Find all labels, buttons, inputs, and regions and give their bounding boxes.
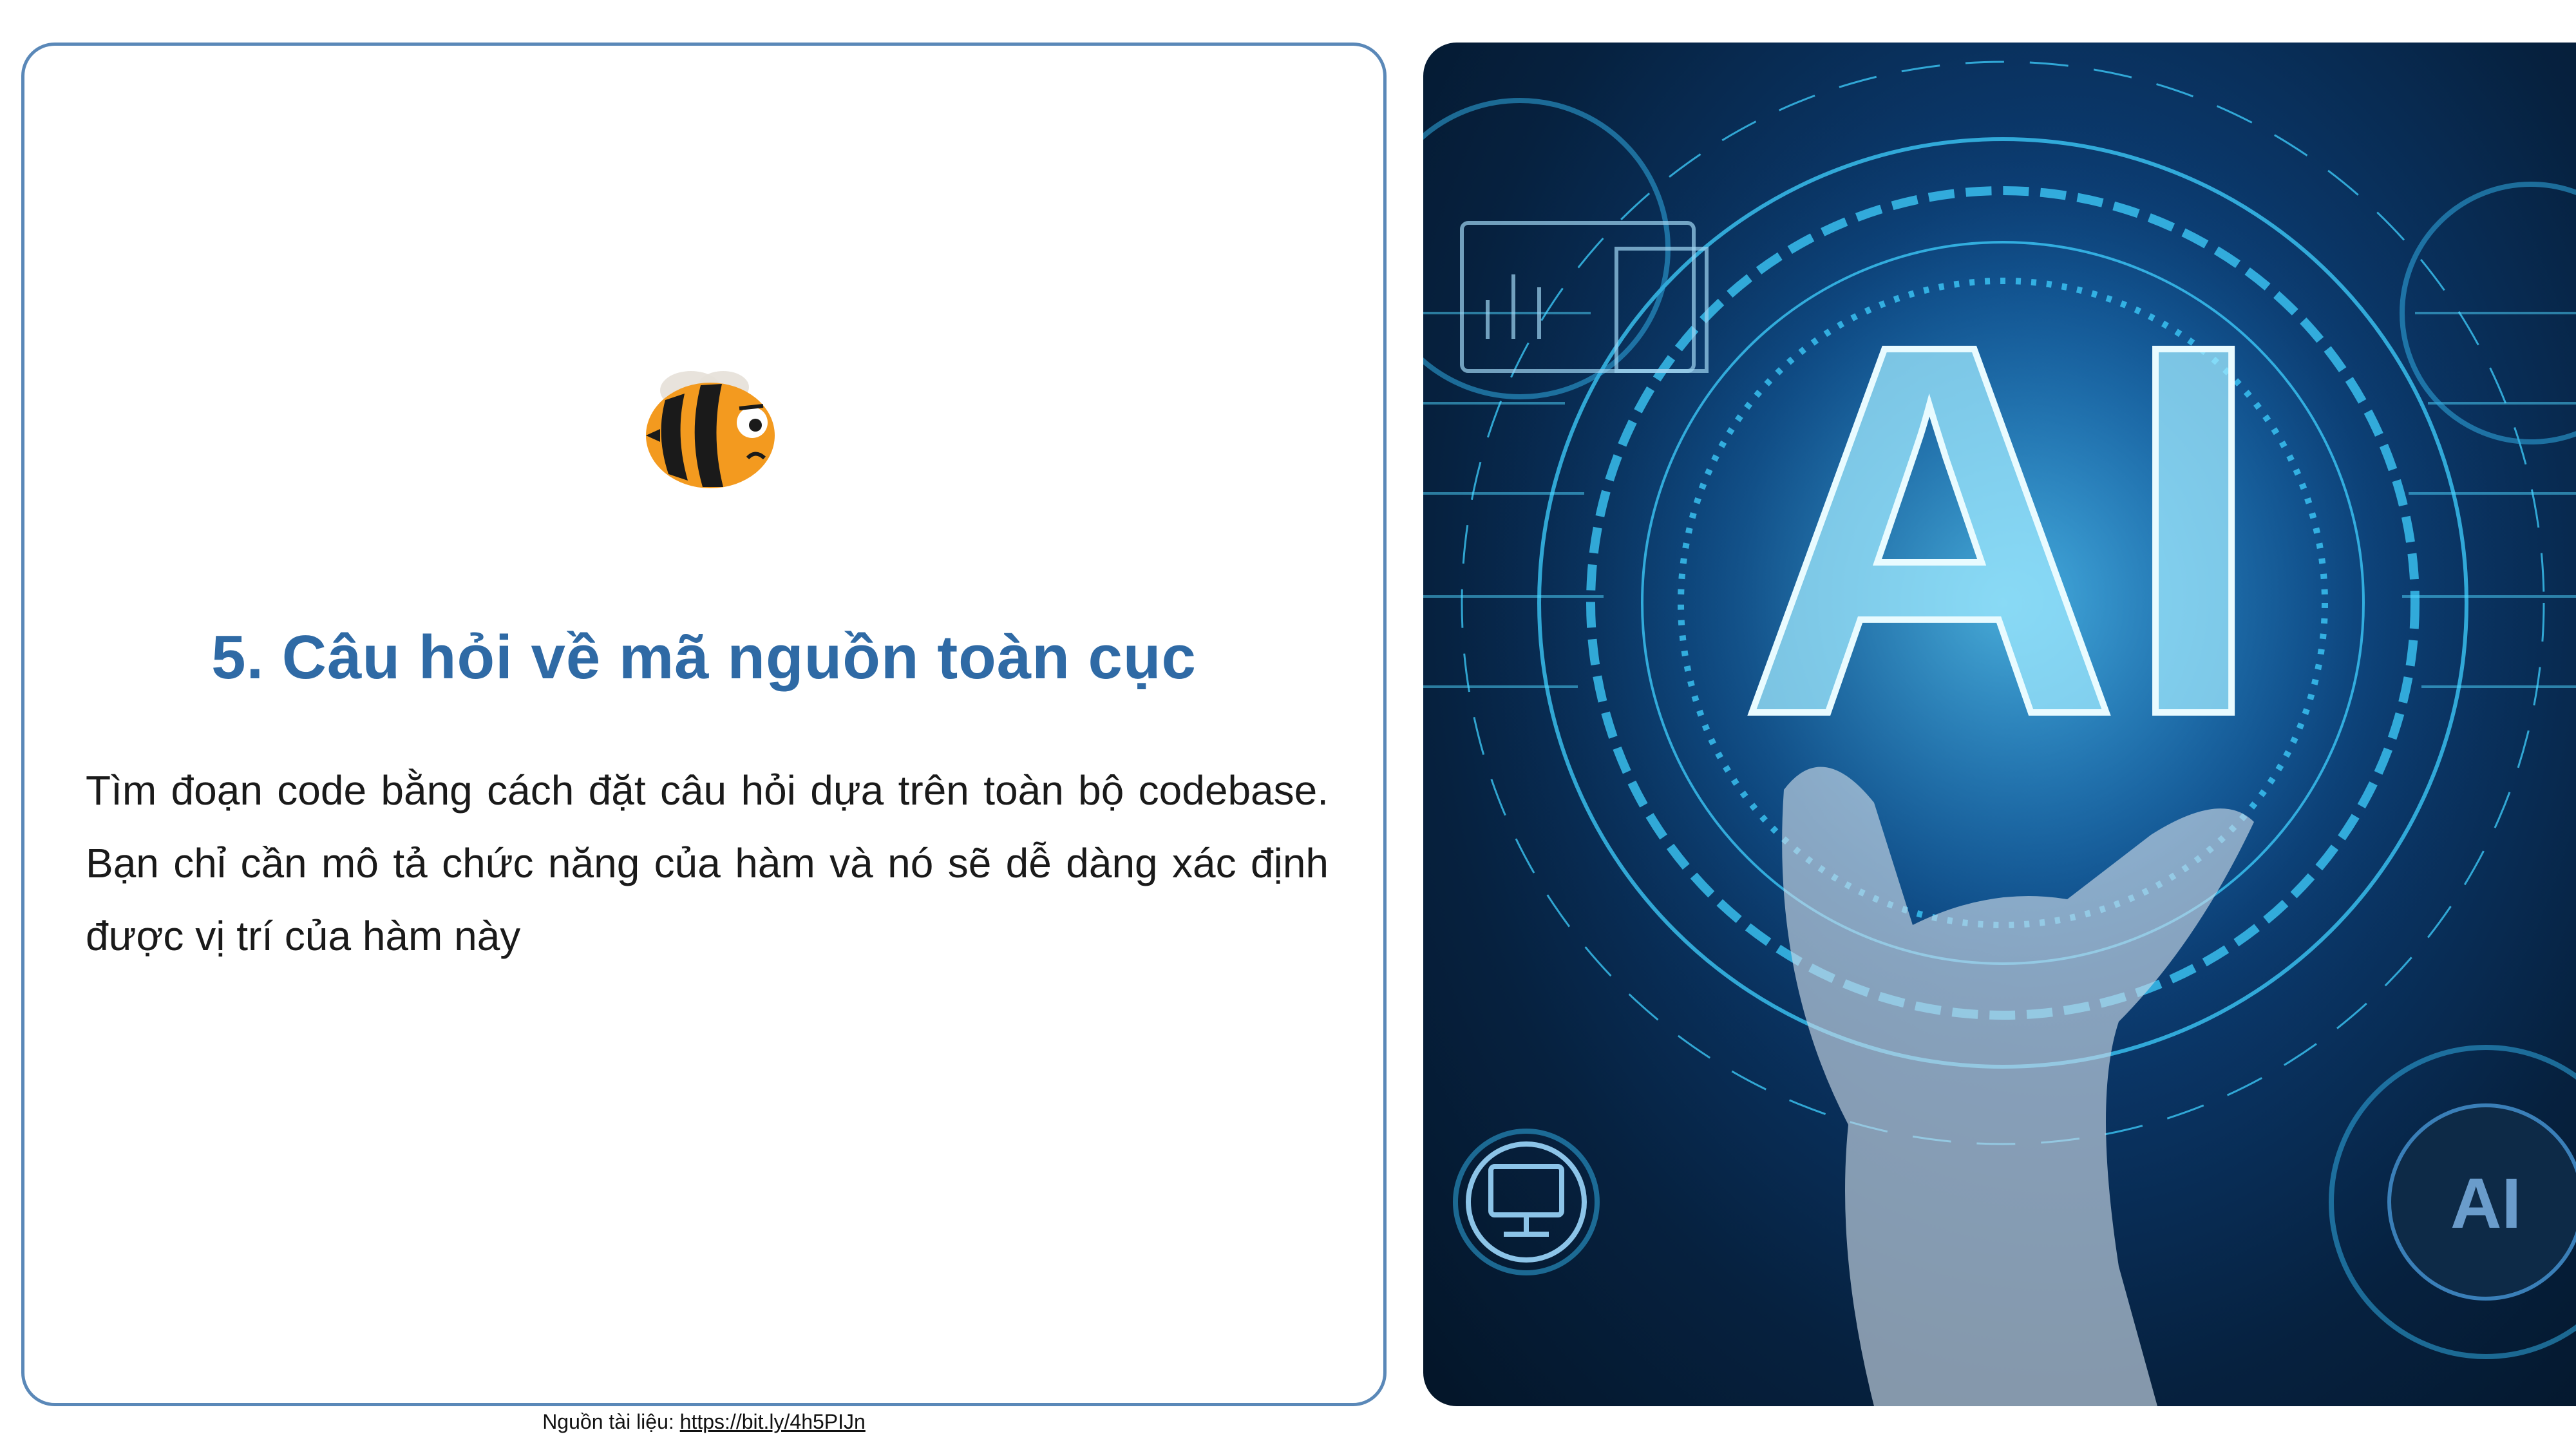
slide-title: 5. Câu hỏi về mã nguồn toàn cục bbox=[211, 623, 1197, 692]
bee-mascot-icon bbox=[646, 371, 775, 488]
content-card: 5. Câu hỏi về mã nguồn toàn cục Tìm đoạn… bbox=[21, 43, 1387, 1433]
ai-badge-icon: AI bbox=[2387, 1103, 2576, 1301]
hero-ai-text: AI bbox=[1739, 234, 2267, 825]
hero-illustration: AI AI bbox=[1423, 61, 2576, 1406]
source-link[interactable]: https://bit.ly/4h5PIJn bbox=[680, 1410, 866, 1433]
source-line: Nguồn tài liệu: https://bit.ly/4h5PIJn bbox=[24, 1410, 1383, 1434]
ai-badge-text: AI bbox=[2450, 1164, 2521, 1243]
ai-hand-hologram-image: AI AI bbox=[1423, 43, 2576, 1406]
slide-description: Tìm đoạn code bằng cách đặt câu hỏi dựa … bbox=[86, 767, 1329, 959]
source-label: Nguồn tài liệu: bbox=[542, 1410, 674, 1433]
gear-monitor-icon bbox=[1466, 1141, 1587, 1263]
